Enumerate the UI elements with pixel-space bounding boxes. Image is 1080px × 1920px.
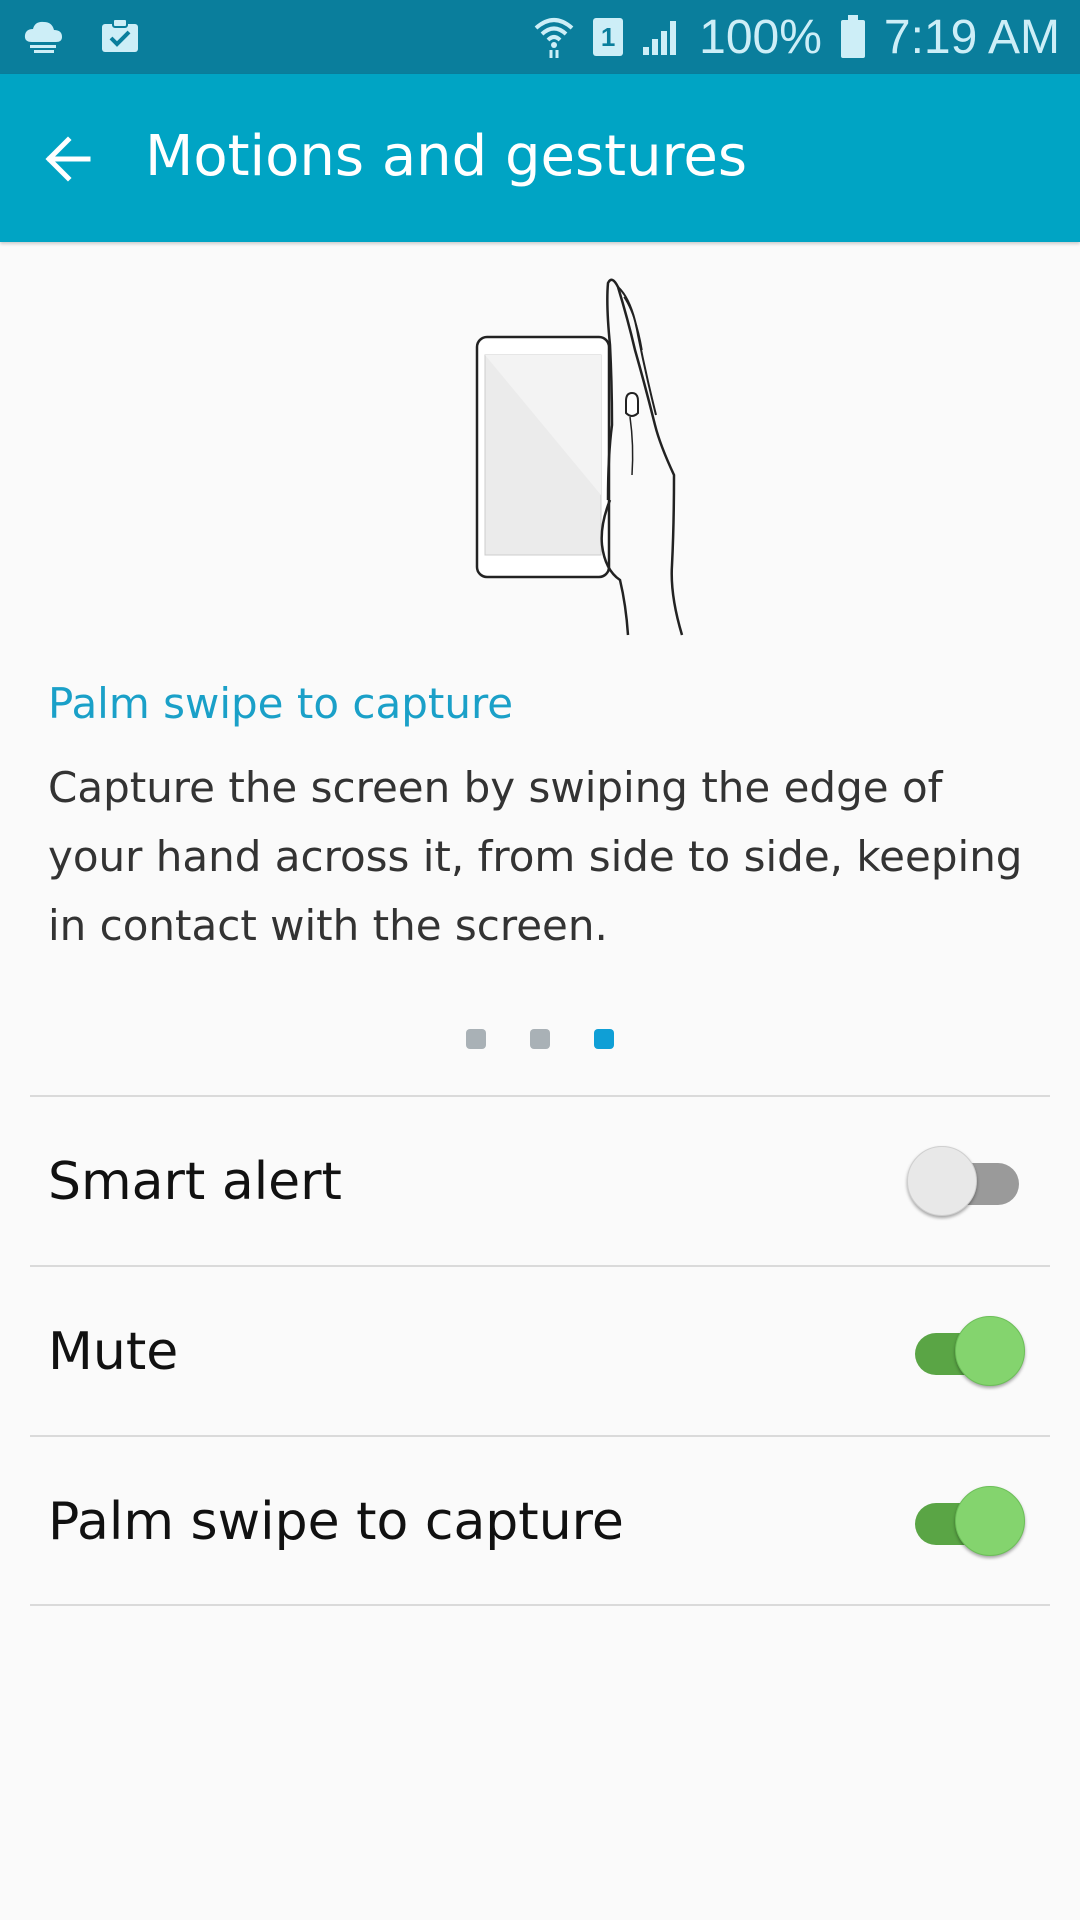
feature-title: Palm swipe to capture xyxy=(48,679,514,728)
palm-swipe-illustration xyxy=(460,275,720,650)
signal-icon xyxy=(643,21,677,55)
divider xyxy=(30,1265,1050,1267)
status-bar: 1 100% 7:19 AM xyxy=(0,0,1080,74)
page-dot-3[interactable] xyxy=(594,1029,614,1049)
divider xyxy=(30,1095,1050,1097)
back-button[interactable] xyxy=(36,124,106,194)
toggle-thumb xyxy=(955,1486,1025,1556)
hand-holding-phone-illustration xyxy=(475,278,684,636)
app-bar: Motions and gestures xyxy=(0,74,1080,242)
setting-label: Mute xyxy=(48,1322,179,1382)
back-arrow-icon xyxy=(45,136,91,182)
clipboard-check-icon xyxy=(102,18,138,52)
setting-label: Smart alert xyxy=(48,1152,342,1212)
toggle-thumb xyxy=(907,1146,977,1216)
palm-swipe-toggle[interactable] xyxy=(907,1486,1025,1558)
system-status: 1 100% 7:19 AM xyxy=(533,0,1060,74)
notification-icons xyxy=(22,16,140,56)
page-dot-1[interactable] xyxy=(466,1029,486,1049)
toggle-thumb xyxy=(955,1316,1025,1386)
setting-row-mute[interactable]: Mute xyxy=(0,1268,1080,1436)
page-title: Motions and gestures xyxy=(145,124,748,189)
setting-row-smart-alert[interactable]: Smart alert xyxy=(0,1098,1080,1266)
battery-percentage: 100% xyxy=(699,10,822,64)
sim-slot-number: 1 xyxy=(600,21,616,52)
clock: 7:19 AM xyxy=(883,10,1060,64)
page-dot-2[interactable] xyxy=(530,1029,550,1049)
page-indicator xyxy=(466,1029,614,1049)
sim-icon: 1 xyxy=(593,18,624,56)
wifi-icon xyxy=(534,18,574,58)
divider xyxy=(30,1435,1050,1437)
setting-label: Palm swipe to capture xyxy=(48,1492,624,1552)
cloud-icon xyxy=(24,21,62,53)
smart-alert-toggle[interactable] xyxy=(907,1146,1025,1218)
divider xyxy=(30,1604,1050,1606)
setting-row-palm-swipe[interactable]: Palm swipe to capture xyxy=(0,1438,1080,1606)
battery-icon xyxy=(840,15,865,58)
mute-toggle[interactable] xyxy=(907,1316,1025,1388)
feature-description: Capture the screen by swiping the edge o… xyxy=(48,763,1023,950)
